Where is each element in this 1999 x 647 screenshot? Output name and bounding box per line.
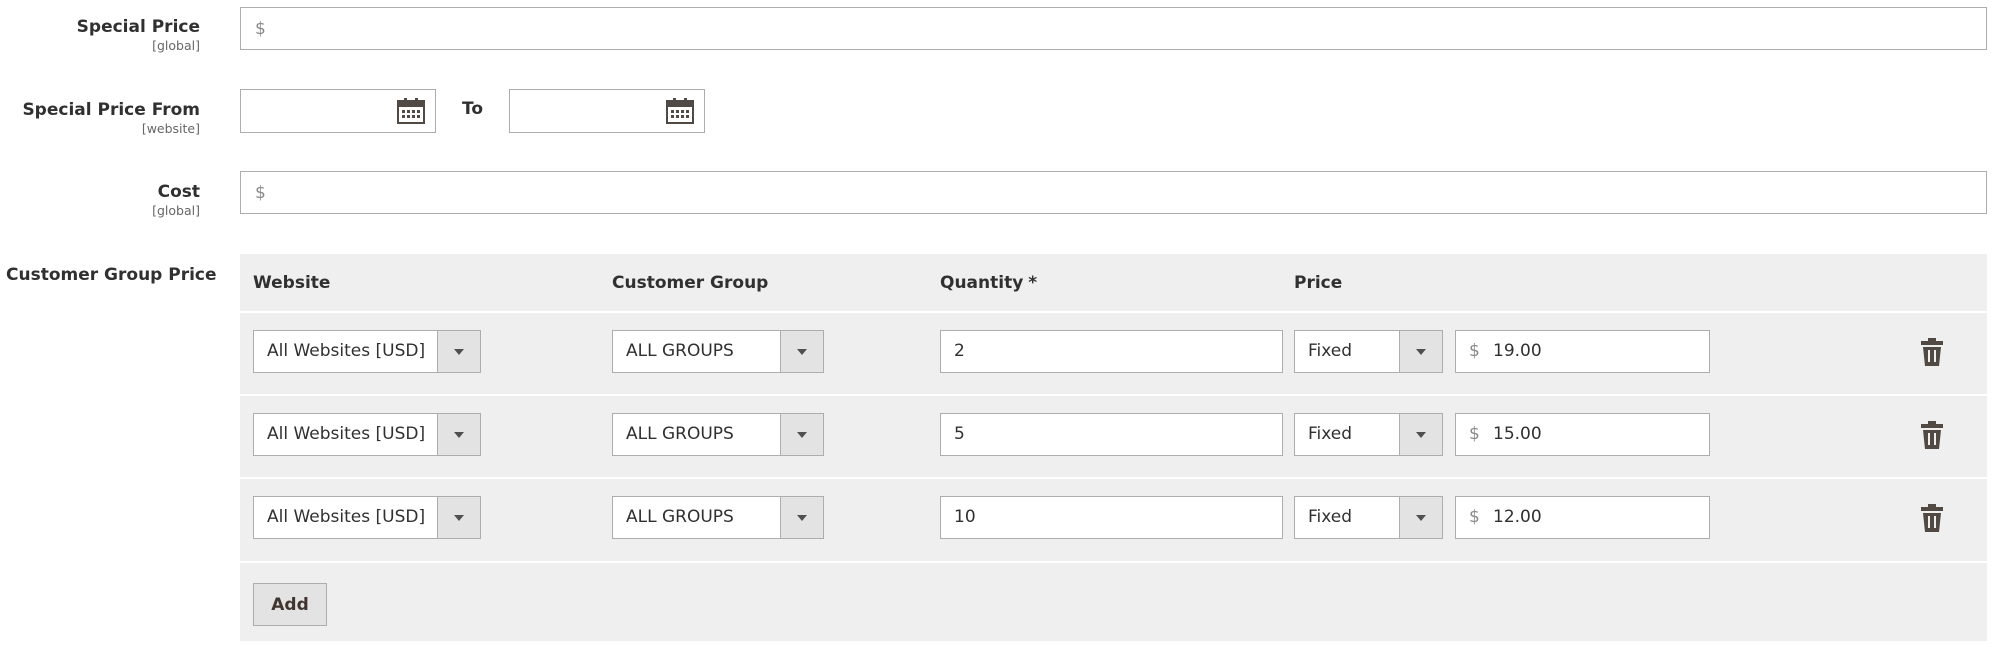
quantity-input[interactable]: 5 xyxy=(940,413,1283,456)
customer-group-select[interactable]: ALL GROUPS xyxy=(612,413,824,456)
quantity-value: 10 xyxy=(954,507,976,527)
customer-group-price-grid: Website Customer Group Quantity * Price A… xyxy=(240,254,1987,641)
special-price-from-scope: [website] xyxy=(141,121,200,136)
special-price-from-date[interactable] xyxy=(240,89,436,133)
header-website: Website xyxy=(253,273,331,293)
currency-prefix: $ xyxy=(255,183,266,203)
website-select[interactable]: All Websites [USD] xyxy=(253,413,481,456)
trash-icon[interactable] xyxy=(1921,504,1943,532)
chevron-down-icon[interactable] xyxy=(437,414,480,455)
customer-group-price-label-group: Customer Group Price xyxy=(6,264,246,286)
special-price-scope: [global] xyxy=(152,38,200,53)
calendar-icon[interactable] xyxy=(397,98,425,124)
cost-label: Cost xyxy=(157,182,200,202)
quantity-value: 5 xyxy=(954,424,965,444)
chevron-down-icon[interactable] xyxy=(1399,331,1442,372)
website-select[interactable]: All Websites [USD] xyxy=(253,330,481,373)
website-select-value: All Websites [USD] xyxy=(267,341,426,361)
quantity-input[interactable]: 2 xyxy=(940,330,1283,373)
trash-icon[interactable] xyxy=(1921,421,1943,449)
price-type-select[interactable]: Fixed xyxy=(1294,413,1443,456)
cost-label-group: Cost [global] xyxy=(0,181,200,219)
header-price: Price xyxy=(1294,273,1343,293)
currency-prefix: $ xyxy=(255,19,266,39)
trash-icon[interactable] xyxy=(1921,338,1943,366)
chevron-down-icon[interactable] xyxy=(780,497,823,538)
price-type-value: Fixed xyxy=(1308,507,1353,527)
customer-group-price-label: Customer Group Price xyxy=(6,265,217,285)
special-price-from-label: Special Price From xyxy=(22,100,200,120)
calendar-icon[interactable] xyxy=(666,98,694,124)
currency-prefix: $ xyxy=(1469,424,1480,444)
header-customer-group: Customer Group xyxy=(612,273,769,293)
header-quantity-label: Quantity xyxy=(940,273,1024,293)
website-select[interactable]: All Websites [USD] xyxy=(253,496,481,539)
price-type-value: Fixed xyxy=(1308,341,1353,361)
customer-group-select-value: ALL GROUPS xyxy=(626,424,734,444)
currency-prefix: $ xyxy=(1469,341,1480,361)
currency-prefix: $ xyxy=(1469,507,1480,527)
customer-group-select-value: ALL GROUPS xyxy=(626,341,734,361)
cost-input[interactable]: $ xyxy=(240,171,1987,214)
to-label: To xyxy=(462,99,484,119)
chevron-down-icon[interactable] xyxy=(437,497,480,538)
chevron-down-icon[interactable] xyxy=(437,331,480,372)
header-quantity: Quantity * xyxy=(940,273,1037,293)
divider xyxy=(240,394,1987,396)
special-price-label: Special Price xyxy=(76,17,200,37)
price-type-select[interactable]: Fixed xyxy=(1294,496,1443,539)
price-input[interactable]: $ 12.00 xyxy=(1455,496,1710,539)
special-price-input[interactable]: $ xyxy=(240,7,1987,50)
price-type-value: Fixed xyxy=(1308,424,1353,444)
divider xyxy=(240,561,1987,563)
required-marker: * xyxy=(1028,273,1038,293)
chevron-down-icon[interactable] xyxy=(1399,414,1442,455)
website-select-value: All Websites [USD] xyxy=(267,424,426,444)
quantity-value: 2 xyxy=(954,341,965,361)
special-price-to-date[interactable] xyxy=(509,89,705,133)
add-button[interactable]: Add xyxy=(253,583,327,626)
cost-scope: [global] xyxy=(152,203,200,218)
price-value: 19.00 xyxy=(1493,341,1542,361)
price-input[interactable]: $ 19.00 xyxy=(1455,330,1710,373)
chevron-down-icon[interactable] xyxy=(780,331,823,372)
website-select-value: All Websites [USD] xyxy=(267,507,426,527)
chevron-down-icon[interactable] xyxy=(780,414,823,455)
customer-group-select-value: ALL GROUPS xyxy=(626,507,734,527)
divider xyxy=(240,311,1987,313)
customer-group-select[interactable]: ALL GROUPS xyxy=(612,496,824,539)
customer-group-select[interactable]: ALL GROUPS xyxy=(612,330,824,373)
price-input[interactable]: $ 15.00 xyxy=(1455,413,1710,456)
price-type-select[interactable]: Fixed xyxy=(1294,330,1443,373)
special-price-from-label-group: Special Price From [website] xyxy=(0,99,200,137)
divider xyxy=(240,477,1987,479)
price-value: 15.00 xyxy=(1493,424,1542,444)
quantity-input[interactable]: 10 xyxy=(940,496,1283,539)
special-price-label-group: Special Price [global] xyxy=(0,16,200,54)
chevron-down-icon[interactable] xyxy=(1399,497,1442,538)
price-value: 12.00 xyxy=(1493,507,1542,527)
